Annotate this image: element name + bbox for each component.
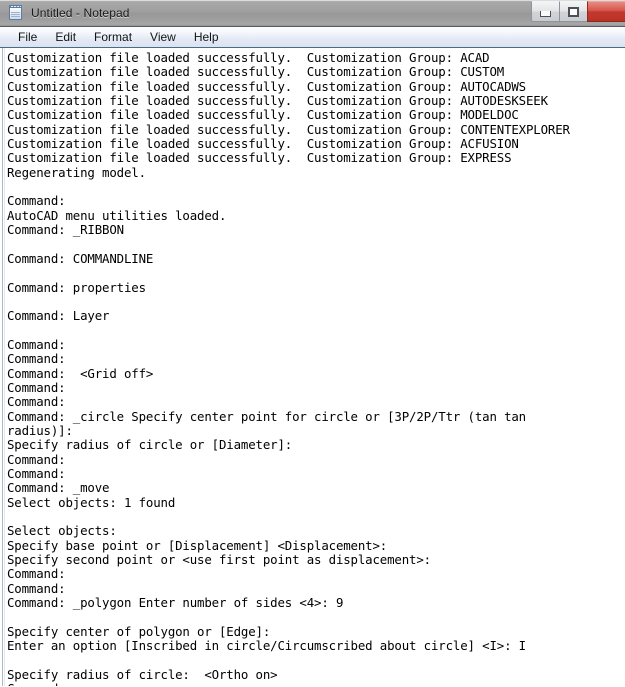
- text-line: Customization file loaded successfully. …: [7, 64, 505, 80]
- text-line: Customization file loaded successfully. …: [7, 121, 570, 137]
- text-line: [7, 324, 625, 338]
- text-line: radius)]:: [7, 422, 73, 438]
- text-line: Command:: [7, 681, 625, 686]
- text-line: Customization file loaded successfully. …: [7, 107, 519, 123]
- menu-item-edit[interactable]: Edit: [46, 28, 85, 47]
- text-line: Command:: [7, 336, 66, 352]
- text-line: Specify base point or [Displacement] <Di…: [7, 537, 388, 553]
- text-line: Regenerating model.: [7, 164, 146, 180]
- maximize-button[interactable]: [559, 1, 588, 22]
- text-line: [7, 180, 625, 194]
- text-line: Select objects: 1 found: [7, 494, 176, 510]
- text-line: Specify radius of circle: <Ortho on>: [7, 666, 278, 682]
- text-line: Command: COMMANDLINE: [7, 250, 154, 266]
- text-line: Customization file loaded successfully. …: [7, 136, 519, 152]
- document-text[interactable]: Customization file loaded successfully. …: [7, 50, 625, 686]
- close-button[interactable]: [587, 1, 625, 22]
- text-line: [7, 266, 625, 280]
- maximize-icon: [568, 6, 579, 17]
- text-line: Command: _RIBBON: [7, 222, 124, 238]
- text-line: Enter an option [Inscribed in circle/Cir…: [7, 638, 526, 654]
- text-line: Command: Layer: [7, 308, 110, 324]
- menu-item-view[interactable]: View: [141, 28, 185, 47]
- text-line: [7, 237, 625, 251]
- text-line: Select objects:: [7, 523, 117, 539]
- text-line: Customization file loaded successfully. …: [7, 78, 526, 94]
- menu-item-help[interactable]: Help: [185, 28, 228, 47]
- text-line: Command: properties: [7, 279, 146, 295]
- window-title: Untitled - Notepad: [31, 6, 130, 20]
- text-line: Command:: [7, 379, 66, 395]
- notepad-window: Untitled - Notepad File Edit Format View…: [0, 0, 625, 687]
- text-line: Command: _polygon Enter number of sides …: [7, 595, 344, 611]
- text-line: Customization file loaded successfully. …: [7, 50, 490, 65]
- text-line: [7, 510, 625, 524]
- text-line: Command:: [7, 394, 66, 410]
- text-area-container[interactable]: Customization file loaded successfully. …: [0, 48, 625, 686]
- text-line: Command: _move: [7, 480, 110, 496]
- text-line: Specify radius of circle or [Diameter]:: [7, 437, 293, 453]
- notepad-icon: [8, 5, 24, 21]
- text-line: [7, 653, 625, 667]
- text-line: Specify center of polygon or [Edge]:: [7, 623, 271, 639]
- minimize-button[interactable]: [531, 1, 560, 22]
- menu-bar: File Edit Format View Help: [0, 27, 625, 48]
- text-line: Command:: [7, 465, 66, 481]
- text-line: Command:: [7, 193, 66, 209]
- text-line: Command: _circle Specify center point fo…: [7, 408, 526, 424]
- text-line: Customization file loaded successfully. …: [7, 93, 548, 109]
- text-line: [7, 295, 625, 309]
- menu-item-format[interactable]: Format: [85, 28, 141, 47]
- title-bar: Untitled - Notepad: [0, 0, 625, 27]
- window-controls: [531, 1, 625, 22]
- text-line: Command: <Grid off>: [7, 365, 154, 381]
- minimize-icon: [540, 10, 551, 17]
- text-line: Command:: [7, 351, 66, 367]
- text-line: [7, 610, 625, 624]
- text-line: Command:: [7, 580, 66, 596]
- text-line: Command:: [7, 566, 66, 582]
- text-line: Command:: [7, 451, 66, 467]
- text-line: Specify second point or <use first point…: [7, 552, 431, 568]
- menu-item-file[interactable]: File: [9, 28, 46, 47]
- text-line: Customization file loaded successfully. …: [7, 150, 512, 166]
- text-line: AutoCAD menu utilities loaded.: [7, 207, 227, 223]
